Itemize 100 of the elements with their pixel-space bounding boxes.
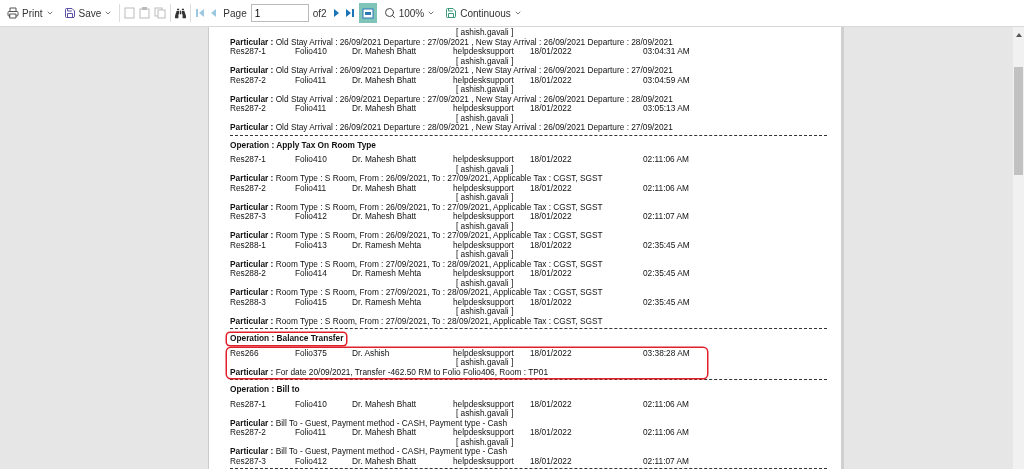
time-cell-text: 02:11:06 AM (643, 183, 690, 193)
date-cell-text: 18/01/2022 (530, 297, 573, 307)
login-cell: [ ashish.gavali ] (456, 27, 514, 37)
user-cell-text: helpdesksupport (453, 75, 515, 85)
user-cell-text: helpdesksupport (453, 183, 514, 193)
reservation-cell-text: Res287-2 (230, 183, 267, 193)
reservation-cell-text: Res288-2 (230, 269, 267, 279)
folio-cell-text: Folio411 (295, 183, 328, 193)
particular-text: Particular : Bill To - Guest, Payment method - CASH, Payment type - Cash (230, 447, 507, 457)
reservation-cell-text: Res287-1 (230, 399, 267, 409)
guest-cell-text: Dr. Mahesh Bhatt (352, 47, 417, 57)
page-total: of2 (312, 7, 327, 19)
clipboard-icon[interactable] (139, 7, 151, 19)
reservation-cell-text: Res287-2 (230, 428, 267, 438)
date-cell-text: 18/01/2022 (530, 456, 573, 466)
login-cell: [ ashish.gavali ] (456, 277, 514, 288)
user-cell-text: helpdesksupport (453, 269, 514, 279)
scrollbar[interactable] (1013, 27, 1024, 469)
page-number-field[interactable]: 1 (250, 4, 309, 22)
time-cell-text: 02:35:45 AM (643, 269, 691, 279)
date-cell-text: 18/01/2022 (530, 212, 573, 222)
date-cell-text: 18/01/2022 (530, 240, 573, 250)
date-cell-text: 18/01/2022 (530, 75, 573, 85)
time-cell-text: 02:11:07 AM (643, 456, 690, 466)
particular-text: Particular : Old Stay Arrival : 26/09/2021 Departure : 27/09/2021 , New Stay Arrival : 26/09/2021 Departure : 28/09/2021 (230, 94, 673, 104)
guest-cell-text: Dr. Mahesh Bhatt (352, 399, 418, 409)
guest-cell-text: Dr. Mahesh Bhatt (352, 428, 418, 438)
reservation-cell-text: Res287-3 (230, 212, 267, 222)
login-cell: [ ashish.gavali ] (456, 112, 514, 123)
operation-heading: Operation : Balance Transfer (227, 333, 347, 345)
date-cell-text: 18/01/2022 (530, 348, 573, 358)
user-cell-text: helpdesksupport (453, 456, 515, 466)
reservation-cell-text: Res287-1 (230, 155, 267, 165)
guest-cell-text: Dr. Mahesh Bhatt (352, 212, 418, 222)
folio-cell-text: Folio410 (295, 155, 328, 165)
user-cell-text: helpdesksupport (453, 240, 514, 250)
folio-cell-text: Folio413 (295, 240, 328, 250)
login-cell: [ ashish.gavali ] (456, 55, 514, 66)
reservation-cell-text: Res266 (230, 348, 260, 358)
user-cell-text: helpdesksupport (453, 47, 515, 57)
print-button[interactable]: Print (4, 3, 57, 23)
view-mode-button[interactable]: Continuous (442, 3, 525, 23)
binoculars-icon[interactable] (175, 7, 187, 19)
user-cell-text: helpdesksupport (453, 212, 514, 222)
reservation-cell-text: Res287-1 (230, 47, 267, 57)
login-cell: [ ashish.gavali ] (456, 306, 514, 316)
particular-text: Particular : Bill To - Guest, Payment method - CASH, Payment type - Cash (230, 418, 507, 428)
last-page-icon[interactable] (344, 8, 355, 18)
save-button[interactable]: Save (60, 3, 116, 23)
login-cell: [ ashish.gavali ] (456, 357, 514, 367)
date-cell-text: 18/01/2022 (530, 47, 573, 57)
single-page-toggle[interactable] (358, 3, 377, 23)
user-cell-text: helpdesksupport (453, 348, 515, 358)
time-cell-text: 03:04:31 AM (643, 47, 691, 57)
time-cell-text: 02:11:07 AM (643, 212, 690, 222)
login-cell: [ ashish.gavali ] (456, 84, 514, 94)
document-icon[interactable] (124, 7, 136, 19)
time-cell-text: 02:35:45 AM (643, 297, 691, 307)
first-page-icon[interactable] (195, 8, 206, 18)
user-cell-text: helpdesksupport (453, 399, 515, 409)
reservation-cell-text: Res288-3 (230, 297, 267, 307)
date-cell-text: 18/01/2022 (530, 155, 573, 165)
copy-icon[interactable] (154, 7, 167, 19)
login-cell: [ ashish.gavali ] (456, 220, 514, 231)
reservation-cell-text: Res287-2 (230, 104, 267, 114)
time-cell-text: 03:38:28 AM (643, 348, 691, 358)
page-label: Page (223, 7, 247, 19)
operation-heading: Operation : Bill to (229, 384, 301, 396)
guest-cell-text: Dr. Ramesh Mehta (352, 297, 423, 307)
user-cell-text: helpdesksupport (453, 155, 515, 165)
date-cell-text: 18/01/2022 (530, 183, 573, 193)
user-cell-text: helpdesksupport (453, 428, 515, 438)
guest-cell-text: Dr. Mahesh Bhatt (352, 183, 418, 193)
reservation-cell-text: Res288-1 (230, 240, 267, 250)
folio-cell-text: Folio412 (295, 212, 328, 222)
particular-text: Particular : Room Type : S Room, From : 26/09/2021, To : 27/09/2021, Applicable Tax : CGST, SGST (230, 202, 603, 212)
login-cell: [ ashish.gavali ] (456, 192, 514, 202)
zoom-button[interactable]: 100% (380, 3, 439, 23)
date-cell-text: 18/01/2022 (530, 428, 573, 438)
login-cell: [ ashish.gavali ] (456, 436, 514, 447)
folio-cell-text: Folio411 (295, 104, 328, 114)
particular-text: Particular : Room Type : S Room, From : 27/09/2021, To : 28/09/2021, Applicable Tax : CGST, SGST (230, 316, 603, 326)
date-cell-text: 18/01/2022 (530, 104, 573, 114)
date-cell-text: 18/01/2022 (530, 399, 573, 409)
folio-cell-text: Folio375 (295, 348, 328, 358)
particular-text: Particular : Room Type : S Room, From : 26/09/2021, To : 27/09/2021, Applicable Tax : CGST, SGST (230, 231, 603, 241)
particular-text: Particular : Room Type : S Room, From : 26/09/2021, To : 27/09/2021, Applicable Tax : CGST, SGST (230, 174, 603, 184)
time-cell-text: 02:11:06 AM (643, 399, 690, 409)
particular-text: Particular : Old Stay Arrival : 26/09/2021 Departure : 28/09/2021 , New Stay Arrival : 26/09/2021 Departure : 27/09/2021 (230, 66, 673, 76)
guest-cell-text: Dr. Ramesh Mehta (352, 269, 423, 279)
particular-text: Particular : For date 20/09/2021, Transfer -462.50 RM to Folio Folio406, Room : TP01 (230, 367, 549, 377)
folio-cell-text: Folio412 (295, 456, 328, 466)
reservation-cell-text: Res287-3 (230, 456, 267, 466)
time-cell-text: 03:05:13 AM (643, 104, 691, 114)
time-cell-text: 03:04:59 AM (643, 75, 691, 85)
folio-cell-text: Folio410 (295, 399, 328, 409)
printer-icon (7, 7, 19, 19)
particular-text: Particular : Old Stay Arrival : 26/09/2021 Departure : 28/09/2021 , New Stay Arrival : 26/09/2021 Departure : 27/09/2021 (230, 123, 673, 133)
magnifier-icon (383, 7, 396, 19)
date-cell-text: 18/01/2022 (530, 269, 573, 279)
